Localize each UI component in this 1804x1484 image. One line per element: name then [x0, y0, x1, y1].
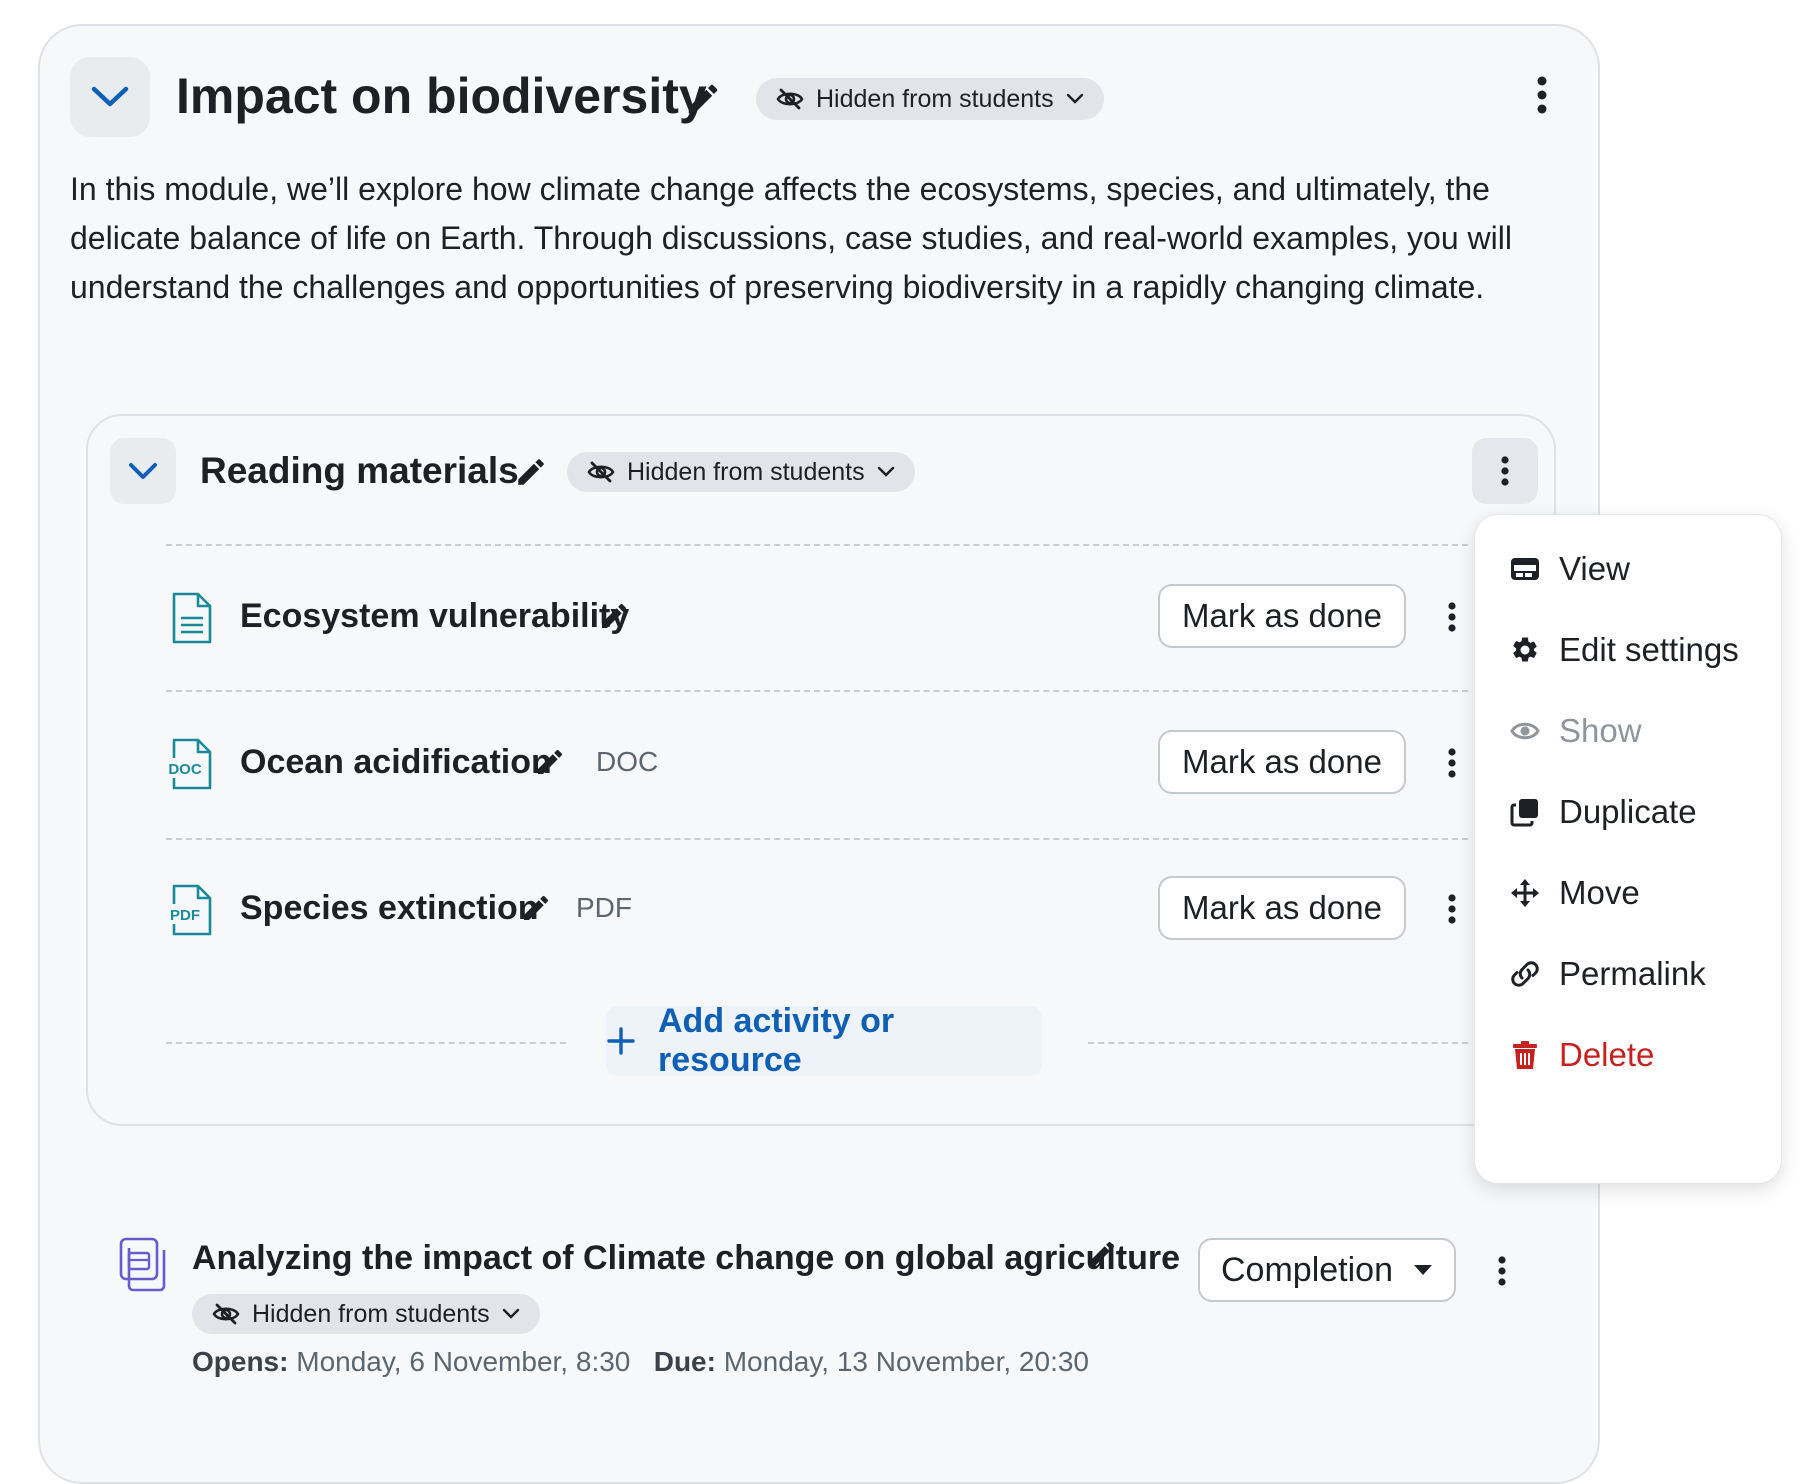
menu-item-label: Show — [1559, 712, 1642, 749]
section-collapse-button[interactable] — [110, 438, 176, 504]
mark-as-done-button[interactable]: Mark as done — [1158, 730, 1406, 794]
menu-item-duplicate[interactable]: Duplicate — [1475, 772, 1781, 852]
pencil-icon[interactable] — [520, 892, 552, 924]
menu-item-label: Delete — [1559, 1036, 1655, 1073]
document-icon — [170, 592, 214, 644]
divider — [1088, 1042, 1468, 1044]
menu-item-edit-settings[interactable]: Edit settings — [1475, 610, 1781, 690]
section-kebab-button[interactable] — [1472, 438, 1538, 504]
badge-label: Hidden from students — [252, 1299, 490, 1328]
doc-file-icon: DOC — [166, 738, 214, 790]
duplicate-icon — [1509, 796, 1541, 828]
pdf-file-icon: PDF — [166, 884, 214, 936]
chevron-down-icon — [129, 463, 157, 479]
completion-label: Completion — [1221, 1250, 1393, 1289]
chevron-down-icon — [91, 86, 129, 107]
kebab-icon[interactable] — [1440, 596, 1464, 638]
section-title: Reading materials — [200, 450, 519, 491]
completion-dropdown[interactable]: Completion — [1198, 1238, 1456, 1302]
pencil-icon[interactable] — [1086, 1238, 1118, 1270]
mark-as-done-button[interactable]: Mark as done — [1158, 584, 1406, 648]
menu-item-label: Edit settings — [1559, 631, 1739, 668]
chevron-down-icon — [502, 1308, 520, 1320]
assignment-name[interactable]: Analyzing the impact of Climate change o… — [192, 1236, 1180, 1280]
menu-item-label: Permalink — [1559, 955, 1706, 992]
eye-slash-icon — [776, 87, 804, 111]
move-icon — [1509, 877, 1541, 909]
eye-slash-icon — [587, 460, 615, 484]
plus-icon — [606, 1026, 636, 1056]
assignment-dates: Opens: Monday, 6 November, 8:30 Due: Mon… — [192, 1342, 1089, 1382]
module-kebab-icon[interactable] — [1522, 70, 1562, 120]
module-title: Impact on biodiversity — [176, 68, 707, 124]
badge-label: Hidden from students — [816, 84, 1054, 113]
activity-name[interactable]: Ocean acidification — [240, 740, 552, 784]
opens-value: Monday, 6 November, 8:30 — [296, 1346, 631, 1377]
divider — [166, 690, 1468, 692]
chevron-down-icon — [877, 466, 895, 478]
due-value: Monday, 13 November, 20:30 — [723, 1346, 1089, 1377]
menu-item-show[interactable]: Show — [1475, 691, 1781, 771]
chevron-down-icon — [1066, 93, 1084, 105]
opens-label: Opens: — [192, 1346, 289, 1377]
caret-down-icon — [1413, 1264, 1433, 1276]
pencil-icon[interactable] — [534, 746, 566, 778]
menu-item-label: Move — [1559, 874, 1640, 911]
menu-item-view[interactable]: View — [1475, 529, 1781, 609]
assignment-icon — [118, 1236, 168, 1292]
view-icon — [1509, 553, 1541, 585]
badge-label: Hidden from students — [627, 457, 865, 486]
module-visibility-badge[interactable]: Hidden from students — [756, 78, 1104, 120]
pencil-icon[interactable] — [514, 455, 548, 489]
activity-name[interactable]: Species extinction — [240, 886, 539, 930]
svg-text:DOC: DOC — [168, 761, 202, 778]
menu-item-delete[interactable]: Delete — [1475, 1015, 1781, 1095]
link-icon — [1509, 958, 1541, 990]
svg-text:PDF: PDF — [170, 907, 200, 924]
mark-as-done-button[interactable]: Mark as done — [1158, 876, 1406, 940]
activity-name[interactable]: Ecosystem vulnerability — [240, 594, 629, 638]
divider — [166, 1042, 566, 1044]
module-description: In this module, we’ll explore how climat… — [70, 171, 1512, 305]
module-collapse-button[interactable] — [70, 57, 150, 137]
file-type-label: DOC — [596, 746, 659, 777]
divider — [166, 544, 1468, 546]
trash-icon — [1509, 1039, 1541, 1071]
divider — [166, 838, 1468, 840]
due-label: Due: — [653, 1346, 716, 1377]
assignment-visibility-badge[interactable]: Hidden from students — [192, 1294, 540, 1334]
eye-icon — [1509, 715, 1541, 747]
section-visibility-badge[interactable]: Hidden from students — [567, 452, 915, 492]
add-activity-label: Add activity or resource — [658, 1002, 895, 1079]
menu-item-label: Duplicate — [1559, 793, 1697, 830]
kebab-icon[interactable] — [1440, 888, 1464, 930]
kebab-icon — [1501, 456, 1509, 486]
add-activity-button[interactable]: Add activity or resource — [606, 1002, 1042, 1079]
eye-slash-icon — [212, 1302, 240, 1326]
pencil-icon[interactable] — [684, 80, 722, 118]
kebab-icon[interactable] — [1440, 742, 1464, 784]
section-context-menu: View Edit settings Show Duplicate Move P… — [1474, 514, 1782, 1184]
pencil-icon[interactable] — [598, 600, 630, 632]
menu-item-move[interactable]: Move — [1475, 853, 1781, 933]
menu-item-permalink[interactable]: Permalink — [1475, 934, 1781, 1014]
gear-icon — [1509, 634, 1541, 666]
menu-item-label: View — [1559, 550, 1630, 587]
kebab-icon[interactable] — [1490, 1250, 1514, 1292]
file-type-label: PDF — [576, 892, 632, 923]
